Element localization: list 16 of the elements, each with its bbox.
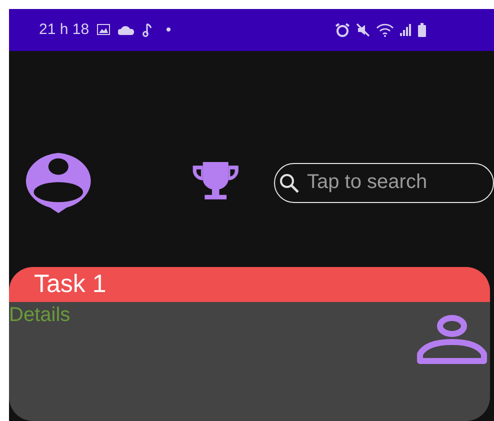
signal-icon [400, 24, 412, 36]
task-details: Details [9, 304, 70, 328]
task-card[interactable]: Task 1 Details [9, 267, 490, 421]
person-icon[interactable] [417, 314, 487, 364]
image-icon [97, 24, 110, 36]
wifi-icon [376, 22, 394, 37]
music-note-icon [142, 22, 152, 37]
battery-icon [418, 22, 426, 37]
alarm-icon [335, 22, 350, 37]
status-time: 21 h 18 [39, 21, 90, 38]
cloud-icon [118, 24, 134, 35]
dot-icon [166, 27, 172, 32]
search-field[interactable]: Tap to search [274, 162, 494, 203]
mute-icon [356, 22, 370, 37]
task-title: Task 1 [34, 270, 106, 300]
search-icon [278, 172, 300, 194]
